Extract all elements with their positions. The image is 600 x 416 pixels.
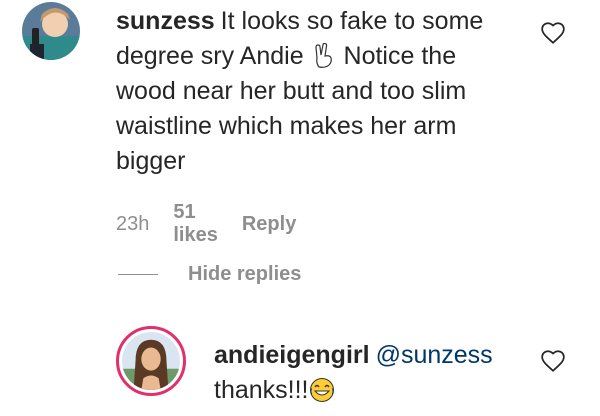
reply-text: thanks!!! [214,376,309,404]
reply-button[interactable]: Reply [242,213,296,236]
reply-username[interactable]: andieigengirl [214,341,370,369]
comment-body: sunzess It looks so fake to some degree s… [116,4,496,179]
like-reply-heart-icon[interactable] [540,348,566,374]
like-comment-heart-icon[interactable] [540,20,566,46]
reply-mention-link[interactable]: @sunzess [376,341,493,369]
victory-hand-emoji [311,43,337,69]
comment-likes[interactable]: 51 likes [173,201,217,247]
hide-replies-toggle[interactable]: Hide replies [118,263,301,286]
reply-body: andieigengirl @sunzess thanks!!! [214,338,534,408]
hide-replies-label[interactable]: Hide replies [188,263,301,286]
commenter-avatar[interactable] [22,2,80,60]
comment-time: 23h [116,212,150,235]
face-with-tears-of-joy-emoji [309,377,335,403]
comment-meta: 23h 51 likes Reply [116,201,296,247]
reply-avatar[interactable] [116,326,186,396]
comment-username[interactable]: sunzess [116,7,215,35]
replies-divider-line [118,274,158,275]
